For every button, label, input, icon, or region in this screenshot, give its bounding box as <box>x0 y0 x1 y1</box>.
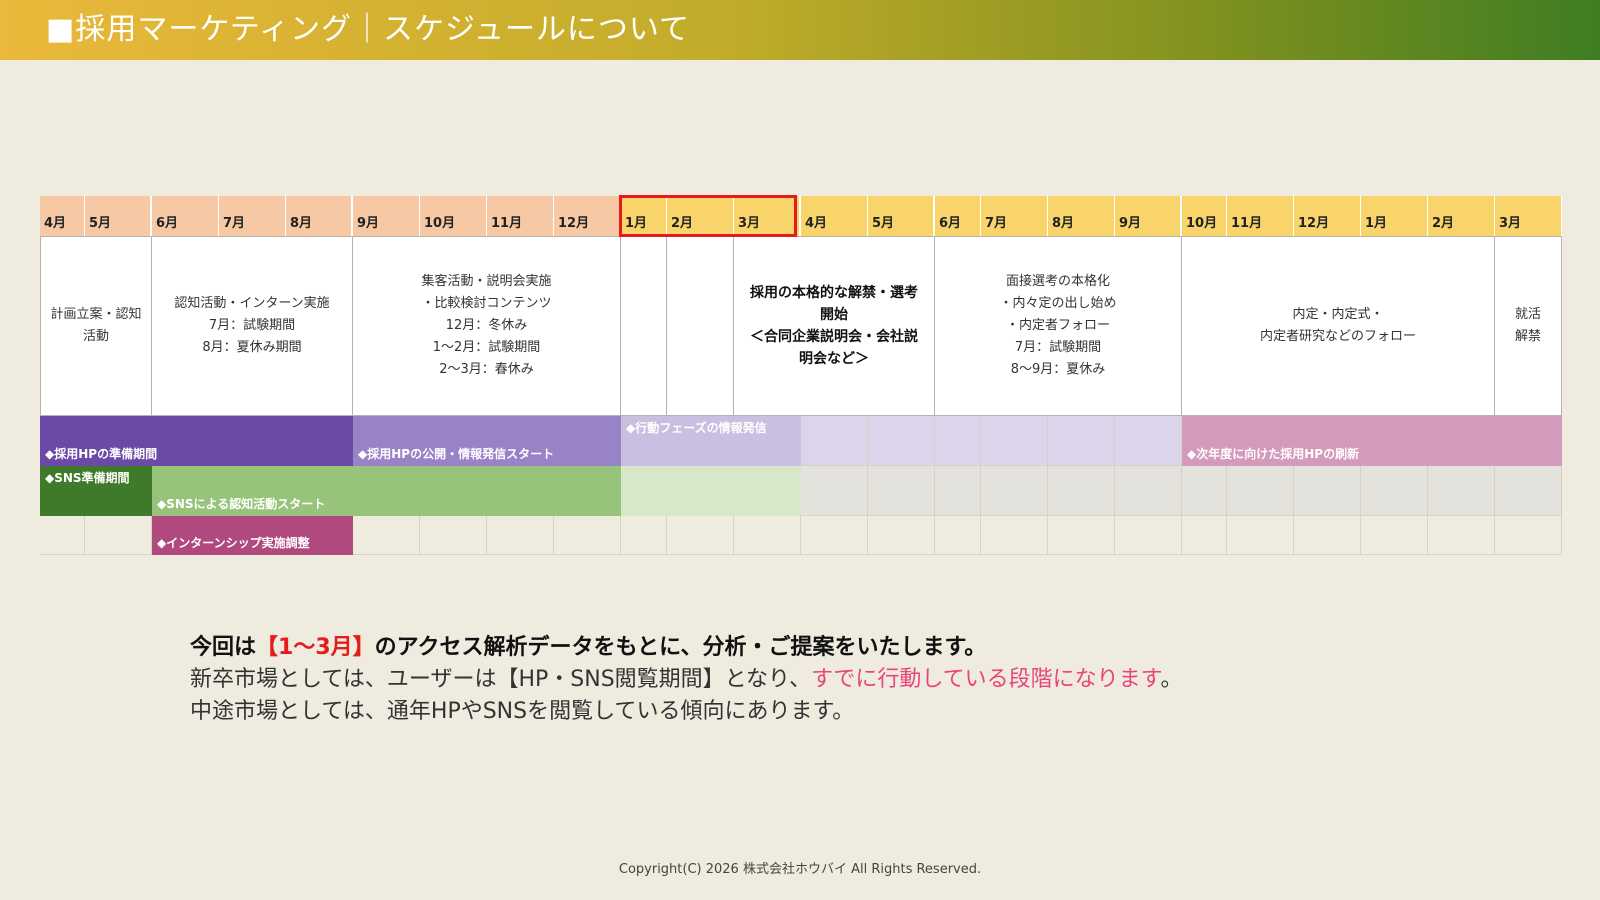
copyright-footer: Copyright(C) 2026 株式会社ホウバイ All Rights Re… <box>618 862 982 877</box>
grid-cell <box>1048 516 1115 555</box>
month-header: 8月 <box>1048 196 1115 236</box>
grid-cell <box>1495 466 1562 516</box>
message-text: のアクセス解析データをもとに、分析・ご提案をいたします。 <box>374 635 987 660</box>
grid-cell <box>1048 466 1115 516</box>
bar-sns-continued <box>621 466 801 516</box>
phase-cell <box>667 236 734 416</box>
grid-cell <box>981 416 1048 466</box>
grid-cell <box>801 516 868 555</box>
grid-cell <box>868 416 935 466</box>
grid-cell <box>935 516 981 555</box>
grid-cell <box>981 466 1048 516</box>
grid-cell <box>935 416 981 466</box>
grid-cell <box>1495 516 1562 555</box>
month-header: 10月 <box>1182 196 1227 236</box>
highlight-frame <box>619 195 797 237</box>
grid-cell <box>621 516 667 555</box>
month-header: 7月 <box>981 196 1048 236</box>
phase-cell: 計画立案・認知 活動 <box>40 236 152 416</box>
grid-cell <box>1182 466 1227 516</box>
month-header: 5月 <box>85 196 152 236</box>
grid-cell <box>1428 466 1495 516</box>
month-header: 9月 <box>1115 196 1182 236</box>
message-text: 新卒市場としては、ユーザーは【HP・SNS閲覧期間】となり、 <box>190 667 812 692</box>
month-header: 11月 <box>1227 196 1294 236</box>
month-header: 1月 <box>1361 196 1428 236</box>
bar-sns-preparation: ◆SNS準備期間 <box>40 466 152 516</box>
bar-internship-adjustment: ◆インターンシップ実施調整 <box>152 516 353 555</box>
month-header: 12月 <box>1294 196 1361 236</box>
grid-cell <box>1115 516 1182 555</box>
grid-cell <box>1294 466 1361 516</box>
bar-sns-awareness: ◆SNSによる認知活動スタート <box>152 466 621 516</box>
grid-cell <box>1361 516 1428 555</box>
phase-cell: 認知活動・インターン実施 7月：試験期間 8月：夏休み期間 <box>152 236 353 416</box>
message-text: 今回は <box>190 635 257 660</box>
grid-cell <box>1227 466 1294 516</box>
grid-cell <box>353 516 420 555</box>
month-header: 6月 <box>152 196 219 236</box>
message-emphasis: すでに行動している段階になります <box>811 667 1161 692</box>
highlight-period: 【1〜3月】 <box>256 635 375 660</box>
grid-cell <box>1182 516 1227 555</box>
phase-cell: 採用の本格的な解禁・選考 開始 ＜合同企業説明会・会社説 明会など＞ <box>734 236 935 416</box>
grid-cell <box>1361 466 1428 516</box>
month-header: 7月 <box>219 196 286 236</box>
month-header: 3月 <box>1495 196 1562 236</box>
grid-cell <box>1227 516 1294 555</box>
schedule-table: 4月 5月 6月 7月 8月 9月 10月 11月 12月 1月 2月 3月 4… <box>40 196 1562 555</box>
month-header: 6月 <box>935 196 981 236</box>
message-line-1: 今回は【1〜3月】のアクセス解析データをもとに、分析・ご提案をいたします。 <box>190 632 1490 664</box>
bar-hp-launch: ◆採用HPの公開・情報発信スタート <box>353 416 621 466</box>
header-banner: ■採用マーケティング｜スケジュールについて <box>0 0 1600 60</box>
phase-cell: 内定・内定式・ 内定者研究などのフォロー <box>1182 236 1495 416</box>
month-header: 10月 <box>420 196 487 236</box>
bar-hp-renewal: ◆次年度に向けた採用HPの刷新 <box>1182 416 1562 466</box>
phase-cell: 集客活動・説明会実施 ・比較検討コンテンツ 12月：冬休み 1〜2月：試験期間 … <box>353 236 621 416</box>
message-line-2: 新卒市場としては、ユーザーは【HP・SNS閲覧期間】となり、すでに行動している段… <box>190 664 1490 696</box>
grid-cell <box>1428 516 1495 555</box>
message-text: 。 <box>1160 667 1183 692</box>
grid-cell <box>487 516 554 555</box>
phase-cell: 面接選考の本格化 ・内々定の出し始め ・内定者フォロー 7月：試験期間 8〜9月… <box>935 236 1182 416</box>
grid-cell <box>734 516 801 555</box>
month-header: 2月 <box>1428 196 1495 236</box>
summary-message: 今回は【1〜3月】のアクセス解析データをもとに、分析・ご提案をいたします。 新卒… <box>190 632 1490 728</box>
grid-cell <box>667 516 734 555</box>
month-header: 5月 <box>868 196 935 236</box>
grid-cell <box>868 516 935 555</box>
month-header: 4月 <box>801 196 868 236</box>
grid-cell <box>935 466 981 516</box>
month-header: 11月 <box>487 196 554 236</box>
grid-cell <box>1115 466 1182 516</box>
bar-action-phase: ◆行動フェーズの情報発信 <box>621 416 801 466</box>
phase-cell <box>621 236 667 416</box>
month-header: 4月 <box>40 196 85 236</box>
grid-cell <box>801 466 868 516</box>
grid-cell <box>554 516 621 555</box>
message-line-3: 中途市場としては、通年HPやSNSを閲覧している傾向にあります。 <box>190 699 855 724</box>
grid-cell <box>85 516 152 555</box>
grid-cell <box>40 516 85 555</box>
grid-cell <box>1115 416 1182 466</box>
phase-cell: 就活 解禁 <box>1495 236 1562 416</box>
month-header: 8月 <box>286 196 353 236</box>
bar-hp-preparation: ◆採用HPの準備期間 <box>40 416 353 466</box>
month-header: 9月 <box>353 196 420 236</box>
grid-cell <box>1048 416 1115 466</box>
grid-cell <box>1294 516 1361 555</box>
month-header: 12月 <box>554 196 621 236</box>
grid-cell <box>420 516 487 555</box>
page-title: ■採用マーケティング｜スケジュールについて <box>46 12 690 47</box>
grid-cell <box>981 516 1048 555</box>
grid-cell <box>801 416 868 466</box>
grid-cell <box>868 466 935 516</box>
